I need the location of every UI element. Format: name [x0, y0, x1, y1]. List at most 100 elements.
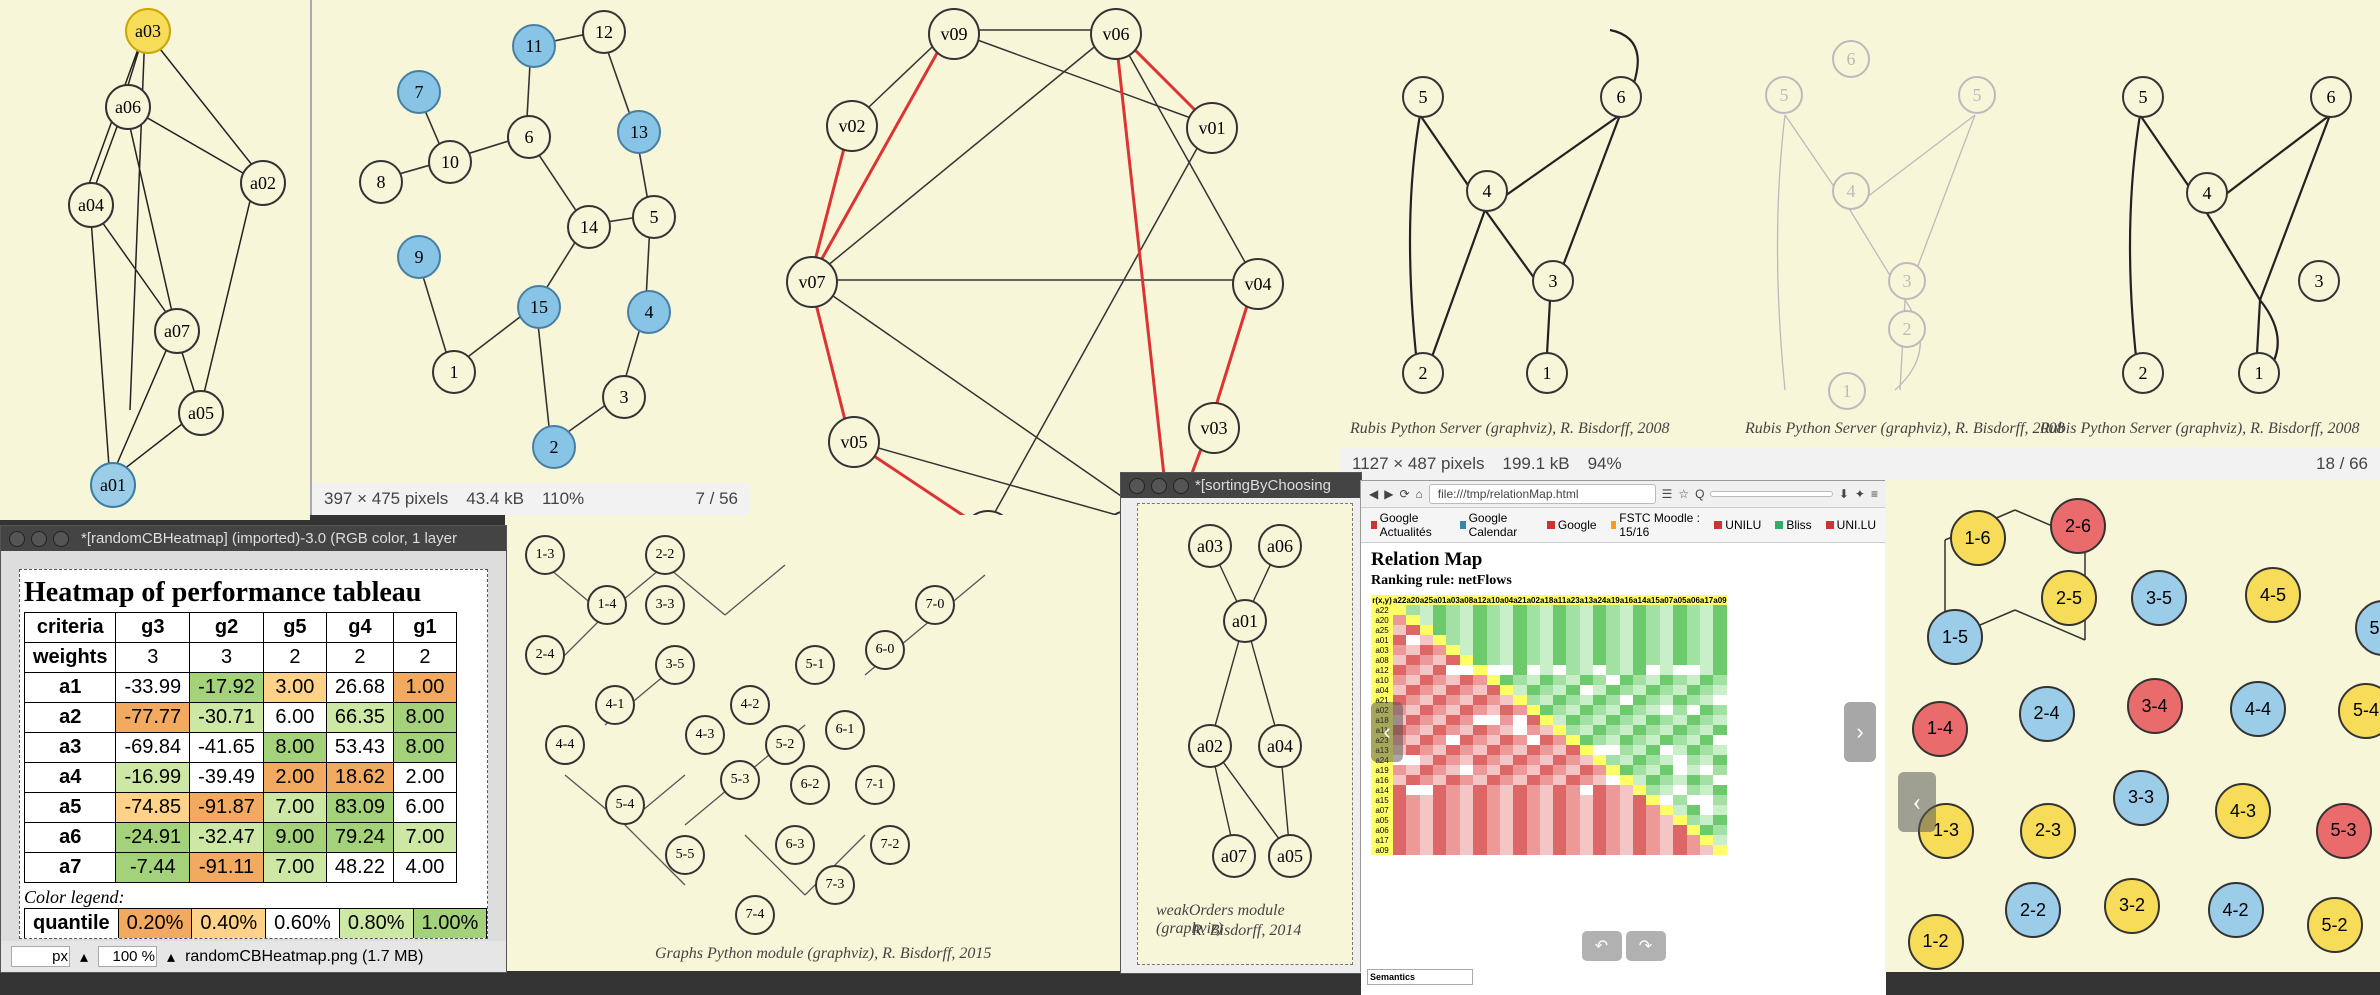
rubis-caption-2: Rubis Python Server (graphviz), R. Bisdo… [1745, 420, 2065, 438]
rubis2-4: 4 [1832, 172, 1870, 210]
reader-icon[interactable]: ☰ [1662, 487, 1673, 501]
rubis1-4: 4 [1466, 170, 1508, 212]
bookmark[interactable]: UNILU [1714, 511, 1761, 539]
rotate-left-icon[interactable]: ↶ [1582, 931, 1622, 961]
node-12: 12 [582, 10, 626, 54]
heatmap-status: ▴ ▴ randomCBHeatmap.png (1.7 MB) [1, 941, 506, 972]
panel-e-caption: Graphs Python module (graphviz), R. Bisd… [655, 945, 991, 963]
lattice-node-2-3: 2-3 [2020, 803, 2076, 859]
h-a06: a06 [1258, 524, 1302, 568]
bookmark[interactable]: Bliss [1775, 511, 1811, 539]
search-field[interactable] [1710, 491, 1832, 497]
lightbox-controls: ↶ ↷ [1582, 931, 1666, 961]
node-9: 9 [397, 235, 441, 279]
rubis2-3: 3 [1888, 262, 1926, 300]
node-v09: v09 [928, 8, 980, 60]
rubis3-4: 4 [2186, 172, 2228, 214]
node-2: 2 [532, 425, 576, 469]
relation-map-browser: ◀ ▶ ⟳ ⌂ file:///tmp/relationMap.html ☰ ☆… [1360, 480, 1887, 972]
max-icon[interactable] [53, 531, 69, 547]
h-a04: a04 [1258, 724, 1302, 768]
gallery-prev-arrow[interactable]: ‹ [1898, 772, 1936, 832]
bookmark[interactable]: Google Actualités [1371, 511, 1446, 539]
node-v01: v01 [1186, 102, 1238, 154]
next-arrow[interactable]: › [1844, 702, 1876, 762]
node-a01: a01 [90, 462, 136, 508]
lat-1-4: 1-4 [587, 585, 627, 625]
rubis2-1: 1 [1828, 372, 1866, 410]
lattice-node-1-4: 1-4 [1912, 701, 1968, 757]
back-icon[interactable]: ◀ [1369, 487, 1378, 501]
fwd-icon[interactable]: ▶ [1384, 487, 1393, 501]
node-a04: a04 [68, 182, 114, 228]
lattice-node-3-3: 3-3 [2113, 770, 2169, 826]
rubis2-5: 5 [1765, 76, 1803, 114]
rubis1-5: 5 [1402, 76, 1444, 118]
zoom-field[interactable] [98, 946, 157, 967]
unit-field[interactable] [11, 946, 70, 967]
lat-2-4: 2-4 [525, 635, 565, 675]
close-icon[interactable] [9, 531, 25, 547]
rubis1-1: 1 [1526, 352, 1568, 394]
bookmark[interactable]: FSTC Moodle : 15/16 [1611, 511, 1701, 539]
min-icon[interactable] [31, 531, 47, 547]
min-icon[interactable] [1151, 478, 1167, 494]
close-icon[interactable] [1129, 478, 1145, 494]
hasse-titlebar[interactable]: *[sortingByChoosing [1121, 473, 1361, 498]
lattice-node-3-5: 3-5 [2131, 570, 2187, 626]
lat-5-5: 5-5 [665, 835, 705, 875]
prev-arrow[interactable]: ‹ [1371, 702, 1403, 762]
rotate-right-icon[interactable]: ↷ [1626, 931, 1666, 961]
node-a05: a05 [178, 390, 224, 436]
stepper-icon[interactable]: ▴ [167, 947, 175, 967]
lat-5-1: 5-1 [795, 645, 835, 685]
lat-7-2: 7-2 [870, 825, 910, 865]
lattice-node-2-5: 2-5 [2041, 570, 2097, 626]
bookmark[interactable]: UNI.LU [1826, 511, 1876, 539]
lattice-node-2-4: 2-4 [2019, 686, 2075, 742]
lat-1-3: 1-3 [525, 535, 565, 575]
heatmap-table: criteriag3g2g5g4g1weights33222a1-33.99-1… [24, 612, 457, 883]
node-15: 15 [517, 285, 561, 329]
lat-7-4: 7-4 [735, 895, 775, 935]
lat-6-1: 6-1 [825, 710, 865, 750]
bookmark[interactable]: Google Calendar [1460, 511, 1533, 539]
rubis1-6: 6 [1600, 76, 1642, 118]
star-icon[interactable]: ☆ [1678, 487, 1689, 501]
bookmark[interactable]: Google [1547, 511, 1597, 539]
lat-3-3: 3-3 [645, 585, 685, 625]
panel-bisdorff-2015: 1-3 2-2 1-4 2-4 3-3 3-5 4-1 4-4 4-3 5-4 … [505, 515, 1125, 971]
node-1: 1 [432, 350, 476, 394]
lattice-node-1-2: 1-2 [1908, 914, 1964, 970]
h-a03: a03 [1188, 524, 1232, 568]
pocket-icon[interactable]: ✦ [1855, 487, 1865, 501]
lat-7-3: 7-3 [815, 865, 855, 905]
semantics-box: Semantics [1367, 969, 1473, 985]
h-a07: a07 [1212, 834, 1256, 878]
node-a06: a06 [105, 84, 151, 130]
h-a02: a02 [1188, 724, 1232, 768]
rubis3-2: 2 [2122, 352, 2164, 394]
window-titlebar[interactable]: *[randomCBHeatmap] (imported)-3.0 (RGB c… [1, 526, 506, 551]
reload-icon[interactable]: ⟳ [1399, 487, 1409, 501]
url-bar[interactable]: file:///tmp/relationMap.html [1429, 484, 1656, 504]
node-10: 10 [428, 140, 472, 184]
node-13: 13 [617, 110, 661, 154]
panel-rubis-triple: 5 6 4 3 2 1 5 5 6 4 3 2 1 5 6 4 3 2 1 Ru… [1340, 0, 2380, 480]
node-a02: a02 [240, 160, 286, 206]
node-v04: v04 [1232, 258, 1284, 310]
node-4: 4 [627, 290, 671, 334]
download-icon[interactable]: ⬇ [1839, 487, 1849, 501]
hasse-window: *[sortingByChoosing a03 a06 a01 a02 a04 … [1120, 472, 1362, 974]
max-icon[interactable] [1173, 478, 1189, 494]
node-v06: v06 [1090, 8, 1142, 60]
home-icon[interactable]: ⌂ [1416, 487, 1423, 501]
rubis-caption-1: Rubis Python Server (graphviz), R. Bisdo… [1350, 420, 1670, 438]
relation-body: Relation Map Ranking rule: netFlows r(x,… [1361, 543, 1886, 995]
stepper-icon[interactable]: ▴ [80, 947, 88, 967]
hasse-title: *[sortingByChoosing [1195, 477, 1331, 494]
rubis3-3: 3 [2298, 260, 2340, 302]
lat-6-2: 6-2 [790, 765, 830, 805]
menu-icon[interactable]: ≡ [1871, 487, 1878, 501]
bookmark-bar: Google Actualités Google Calendar Google FS… [1361, 508, 1886, 543]
